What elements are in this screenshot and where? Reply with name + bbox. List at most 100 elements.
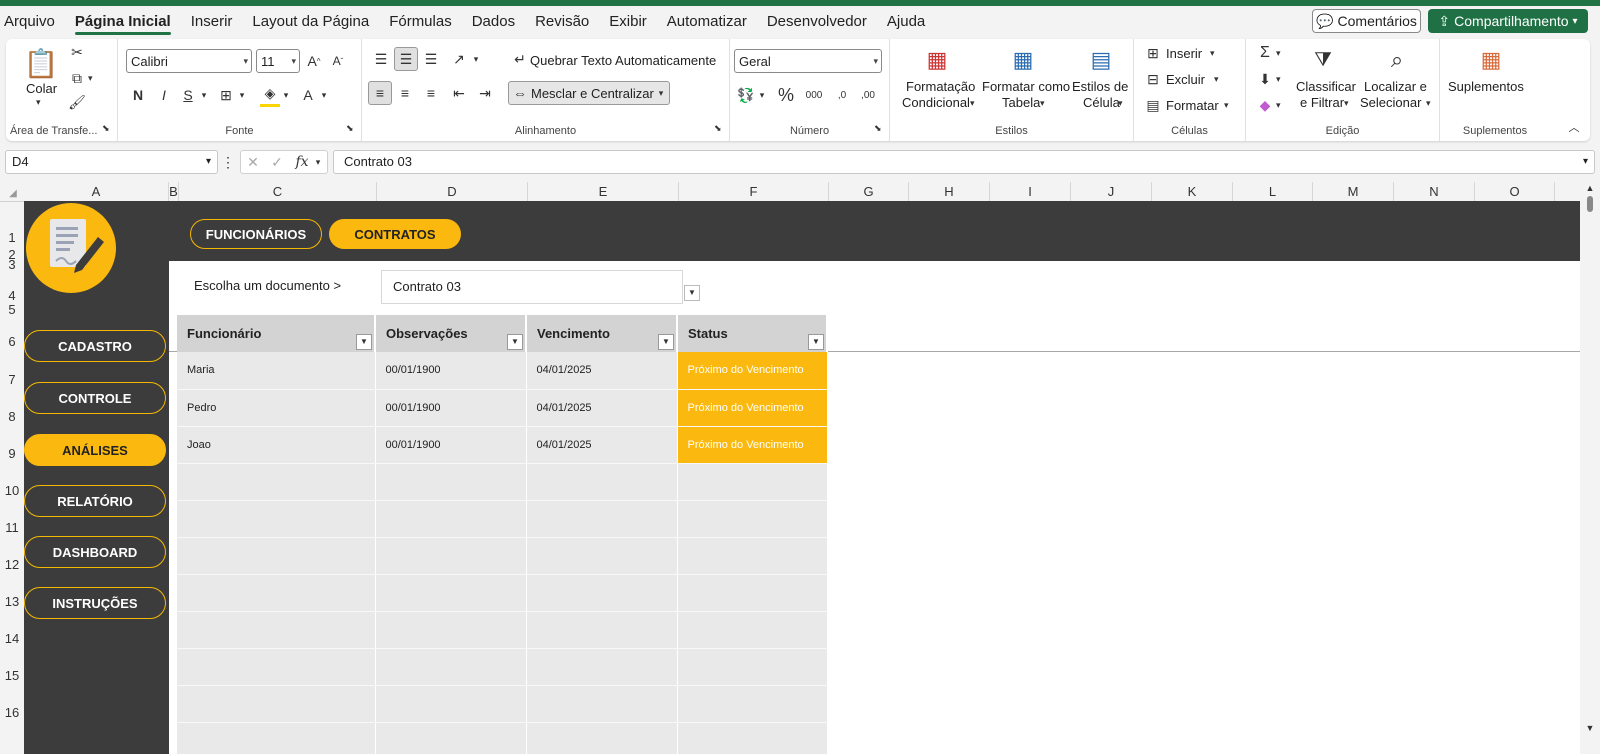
formula-input[interactable]: Contrato 03 ▾ (333, 150, 1595, 174)
decrease-font-icon[interactable]: Aˇ (328, 49, 348, 73)
row-header[interactable]: 6 (0, 334, 24, 349)
table-cell-status[interactable] (677, 537, 828, 575)
thousands-icon[interactable]: 000 (802, 83, 826, 107)
font-name-dropdown[interactable]: Calibri ▾ (126, 49, 252, 73)
table-cell-due[interactable] (526, 574, 678, 612)
row-header[interactable]: 11 (0, 520, 24, 535)
select-all-icon[interactable]: ◢ (6, 186, 20, 200)
decrease-indent-icon[interactable]: ⇤ (448, 81, 470, 105)
chevron-down-icon[interactable]: ▾ (1224, 95, 1229, 115)
scroll-down-icon[interactable]: ▼ (1584, 722, 1596, 734)
table-cell-name[interactable] (177, 500, 376, 538)
chevron-down-icon[interactable]: ▾ (1276, 43, 1281, 63)
column-header[interactable]: J (1071, 182, 1152, 202)
underline-icon[interactable]: S (178, 83, 198, 107)
table-cell-obs[interactable] (375, 574, 527, 612)
row-header[interactable]: 4 (0, 288, 24, 303)
paste-icon[interactable]: 📋 (24, 45, 59, 81)
column-header[interactable]: K (1152, 182, 1233, 202)
chevron-down-icon[interactable]: ▾ (1214, 69, 1219, 89)
align-center-icon[interactable]: ≡ (394, 81, 416, 105)
percent-icon[interactable]: % (776, 83, 796, 107)
menu-item-7[interactable]: Exibir (599, 7, 657, 37)
table-cell-due[interactable] (526, 537, 678, 575)
table-cell-name[interactable] (177, 537, 376, 575)
scroll-up-icon[interactable]: ▲ (1584, 182, 1596, 194)
align-bottom-icon[interactable]: ☰ (420, 47, 442, 71)
dialog-launcher-icon[interactable]: ⬊ (346, 123, 354, 134)
table-cell-due[interactable]: 04/01/2025 (526, 426, 678, 464)
menu-item-6[interactable]: Revisão (525, 7, 599, 37)
table-cell-due[interactable]: 04/01/2025 (526, 389, 678, 427)
menu-item-9[interactable]: Desenvolvedor (757, 7, 877, 37)
chevron-down-icon[interactable]: ▾ (198, 83, 210, 107)
table-cell-obs[interactable] (375, 463, 527, 501)
align-left-icon[interactable]: ≡ (368, 81, 392, 105)
column-header[interactable]: N (1394, 182, 1475, 202)
table-cell-status[interactable]: Próximo do Vencimento (677, 426, 828, 464)
tab-funcionarios[interactable]: FUNCIONÁRIOS (190, 219, 322, 249)
table-cell-obs[interactable] (375, 500, 527, 538)
table-cell-name[interactable]: Pedro (177, 389, 376, 427)
column-header[interactable]: M (1313, 182, 1394, 202)
chevron-down-icon[interactable]: ▾ (236, 83, 248, 107)
column-header[interactable]: F (679, 182, 829, 202)
table-cell-due[interactable] (526, 722, 678, 754)
number-format-dropdown[interactable]: Geral ▾ (734, 49, 882, 73)
align-top-icon[interactable]: ☰ (370, 47, 392, 71)
column-header[interactable]: A (24, 182, 169, 202)
row-header[interactable]: 7 (0, 372, 24, 387)
menu-item-1[interactable]: Página Inicial (65, 7, 181, 37)
dialog-launcher-icon[interactable]: ⬊ (102, 123, 110, 134)
menu-item-0[interactable]: Arquivo (0, 7, 65, 37)
chevron-down-icon[interactable]: ▾ (313, 152, 323, 172)
column-header[interactable]: H (909, 182, 990, 202)
table-cell-status[interactable] (677, 722, 828, 754)
scroll-thumb[interactable] (1587, 196, 1593, 212)
chevron-down-icon[interactable]: ▾ (656, 84, 666, 102)
column-header[interactable]: L (1233, 182, 1313, 202)
chevron-down-icon[interactable]: ▾ (280, 83, 292, 107)
table-cell-status[interactable] (677, 574, 828, 612)
nav-controle[interactable]: CONTROLE (24, 382, 166, 414)
menu-item-10[interactable]: Ajuda (877, 7, 935, 37)
table-cell-obs[interactable]: 00/01/1900 (375, 389, 527, 427)
chevron-down-icon[interactable]: ▾ (756, 83, 768, 107)
nav-instrucoes[interactable]: INSTRUÇÕES (24, 587, 166, 619)
column-header[interactable]: B (169, 182, 179, 202)
table-cell-name[interactable] (177, 463, 376, 501)
table-cell-name[interactable] (177, 685, 376, 723)
menu-item-3[interactable]: Layout da Página (242, 7, 379, 37)
table-cell-due[interactable] (526, 500, 678, 538)
table-cell-obs[interactable] (375, 537, 527, 575)
row-header[interactable]: 14 (0, 631, 24, 646)
row-header[interactable]: 1 (0, 230, 24, 245)
column-header[interactable]: I (990, 182, 1071, 202)
row-header[interactable]: 12 (0, 557, 24, 572)
align-middle-icon[interactable]: ☰ (394, 47, 418, 71)
enter-icon[interactable]: ✓ (268, 152, 286, 172)
cancel-icon[interactable]: ✕ (244, 152, 262, 172)
align-right-icon[interactable]: ≡ (420, 81, 442, 105)
row-header[interactable]: 5 (0, 302, 24, 317)
column-header[interactable]: D (377, 182, 528, 202)
row-header[interactable]: 8 (0, 409, 24, 424)
wrap-text-icon[interactable]: ↵ (512, 49, 528, 69)
table-cell-name[interactable] (177, 574, 376, 612)
table-cell-name[interactable]: Maria (177, 352, 376, 390)
nav-cadastro[interactable]: CADASTRO (24, 330, 166, 362)
table-cell-obs[interactable] (375, 685, 527, 723)
table-cell-obs[interactable] (375, 722, 527, 754)
table-cell-obs[interactable] (375, 611, 527, 649)
filter-icon[interactable]: ▼ (356, 334, 372, 350)
table-cell-status[interactable] (677, 685, 828, 723)
vertical-scrollbar[interactable]: ▲ ▼ (1580, 182, 1600, 754)
collapse-ribbon-icon[interactable]: ︿ (1566, 119, 1582, 135)
row-header[interactable]: 9 (0, 446, 24, 461)
nav-analises[interactable]: ANÁLISES (24, 434, 166, 466)
table-cell-due[interactable] (526, 648, 678, 686)
row-header[interactable]: 3 (0, 257, 24, 272)
italic-icon[interactable]: I (154, 83, 174, 107)
autosum-icon[interactable]: Σ (1256, 43, 1274, 63)
column-header[interactable]: E (528, 182, 679, 202)
